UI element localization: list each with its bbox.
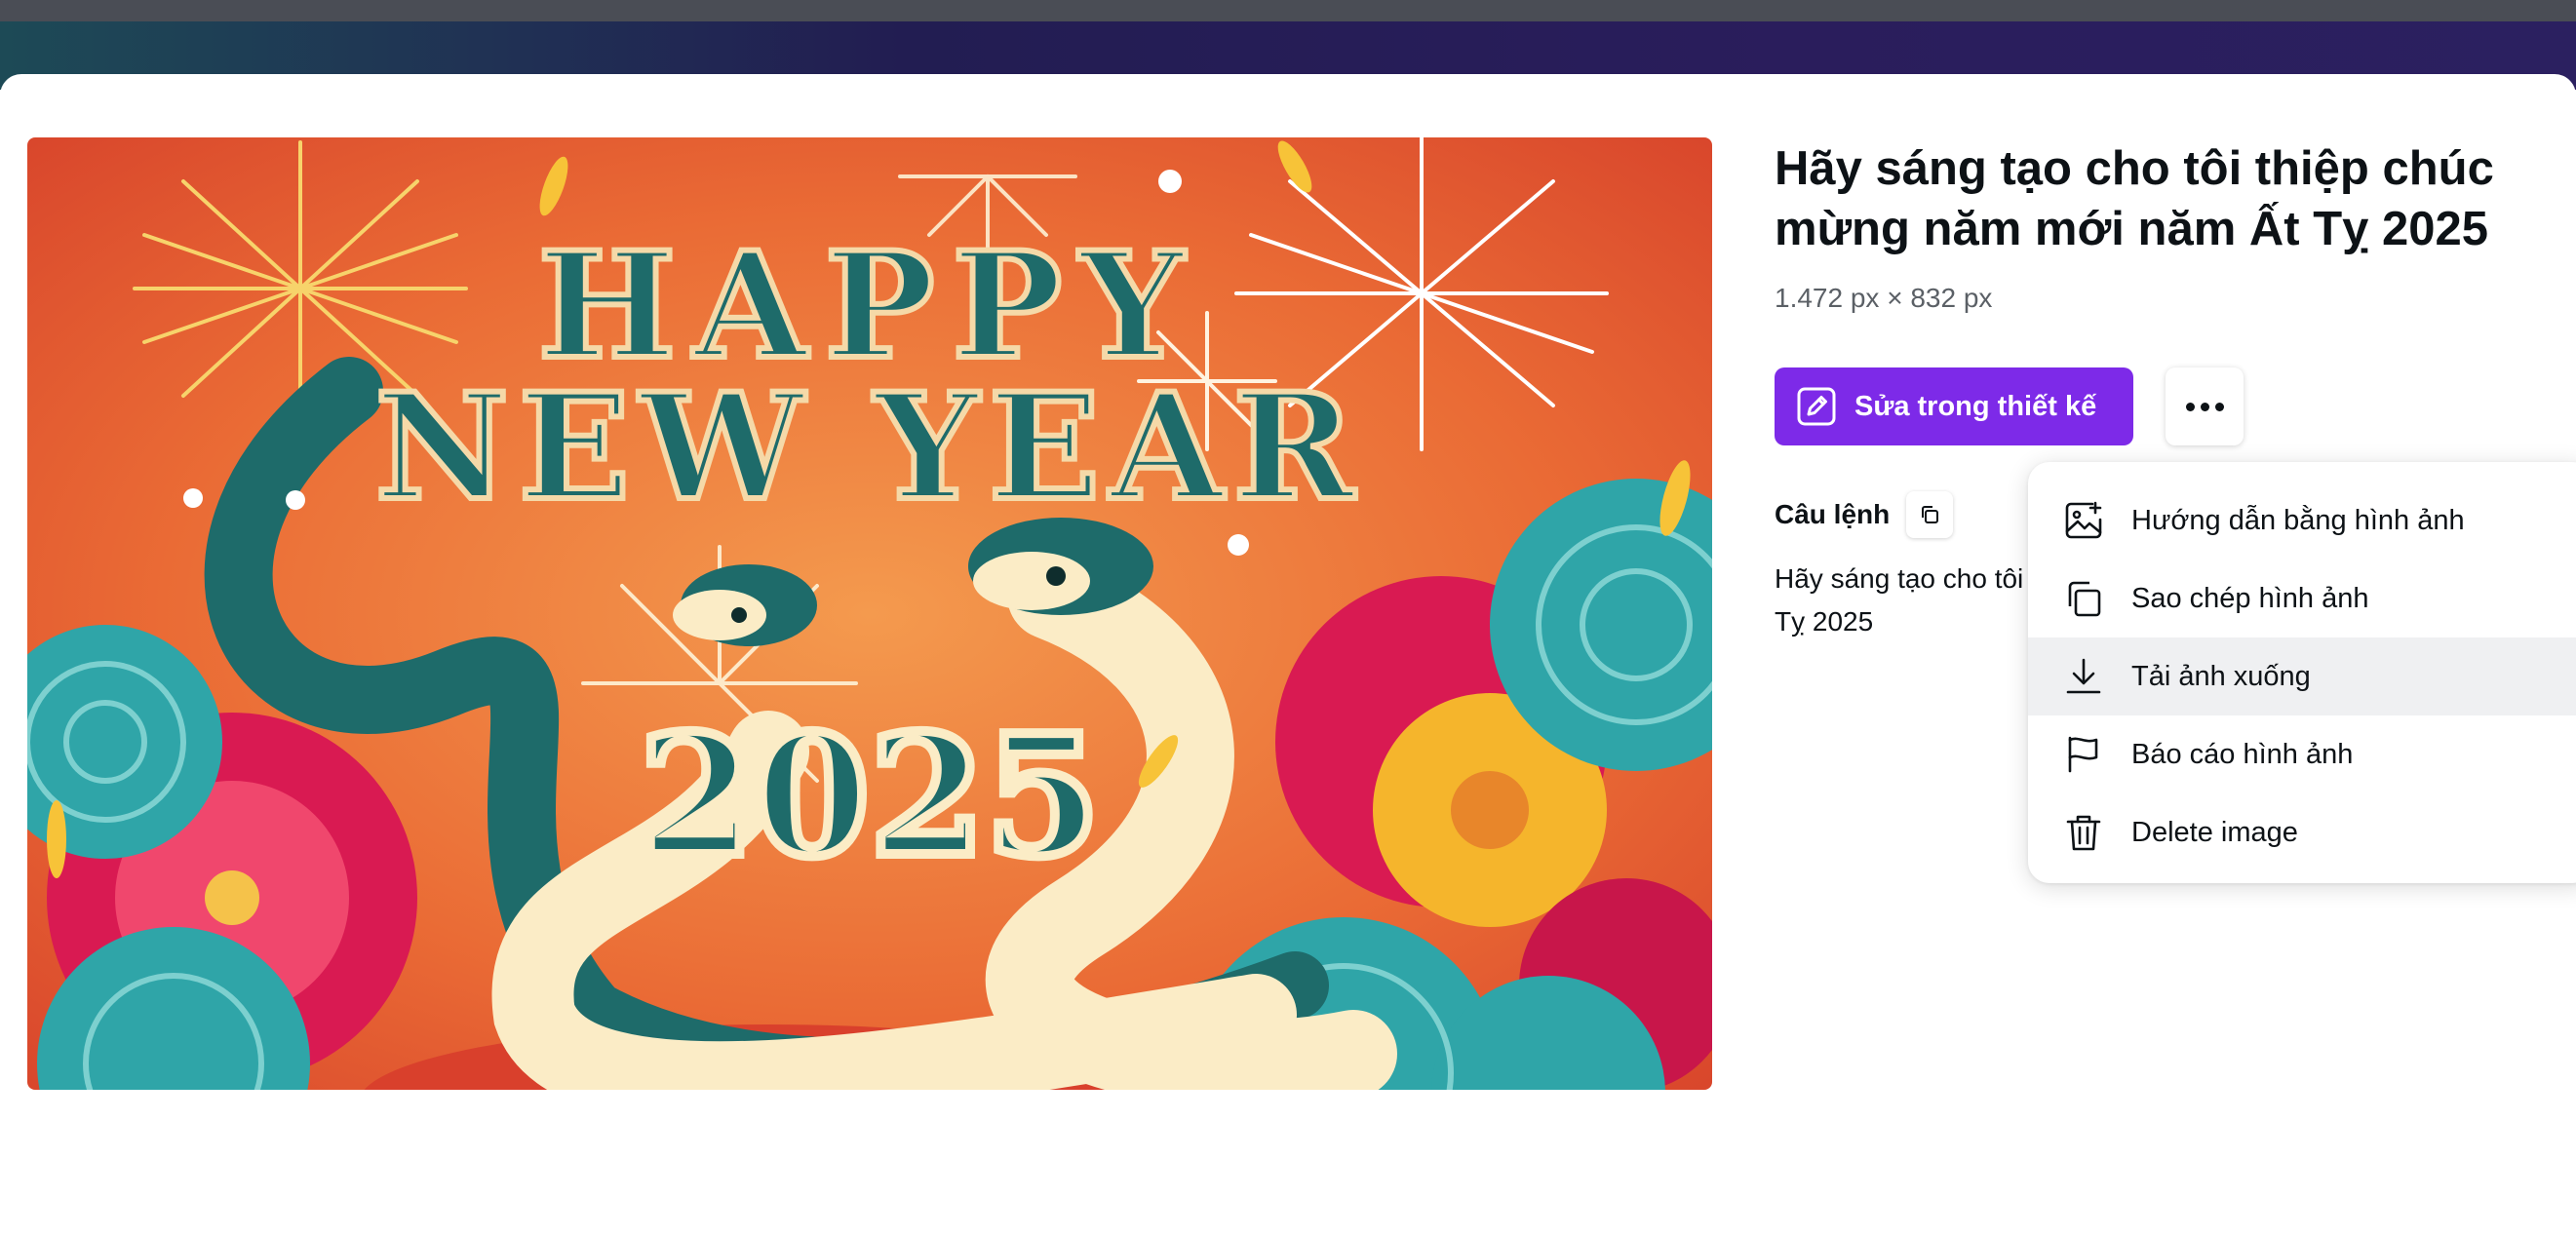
more-options-menu: Hướng dẫn bằng hình ảnh Sao chép hình ản…	[2028, 462, 2576, 883]
copy-icon	[1918, 503, 1941, 526]
image-title: Hãy sáng tạo cho tôi thiệp chúc mừng năm…	[1775, 142, 2494, 255]
copy-prompt-button[interactable]	[1906, 491, 1953, 538]
menu-item-delete-image[interactable]: Delete image	[2028, 793, 2576, 871]
image-dimensions: 1.472 px × 832 px	[1775, 283, 1993, 313]
edit-in-design-button[interactable]: Sửa trong thiết kế	[1775, 367, 2133, 445]
pencil-icon	[1796, 386, 1837, 427]
menu-item-label: Tải ảnh xuống	[2131, 660, 2311, 692]
menu-item-download-image[interactable]: Tải ảnh xuống	[2028, 637, 2576, 715]
menu-item-label: Sao chép hình ảnh	[2131, 582, 2369, 614]
generated-image[interactable]: HAPPY NEW YEAR 2025	[27, 137, 1712, 1090]
more-options-button[interactable]	[2166, 367, 2244, 445]
trash-icon	[2063, 812, 2104, 853]
menu-item-label: Hướng dẫn bằng hình ảnh	[2131, 504, 2465, 536]
menu-item-label: Delete image	[2131, 816, 2298, 848]
menu-item-copy-image[interactable]: Sao chép hình ảnh	[2028, 560, 2576, 637]
image-plus-icon	[2063, 500, 2104, 541]
menu-item-visual-guide[interactable]: Hướng dẫn bằng hình ảnh	[2028, 482, 2576, 560]
more-horizontal-icon	[2183, 402, 2227, 411]
menu-item-label: Báo cáo hình ảnh	[2131, 738, 2354, 770]
edit-in-design-label: Sửa trong thiết kế	[1854, 390, 2097, 422]
copy-icon	[2063, 578, 2104, 619]
card-year: 2025	[639, 699, 1100, 894]
browser-chrome	[0, 0, 2576, 21]
prompt-label: Câu lệnh	[1775, 499, 1891, 529]
card-headline-new-year: NEW YEAR	[375, 362, 1365, 533]
download-icon	[2063, 656, 2104, 697]
flag-icon	[2063, 734, 2104, 775]
menu-item-report-image[interactable]: Báo cáo hình ảnh	[2028, 715, 2576, 793]
